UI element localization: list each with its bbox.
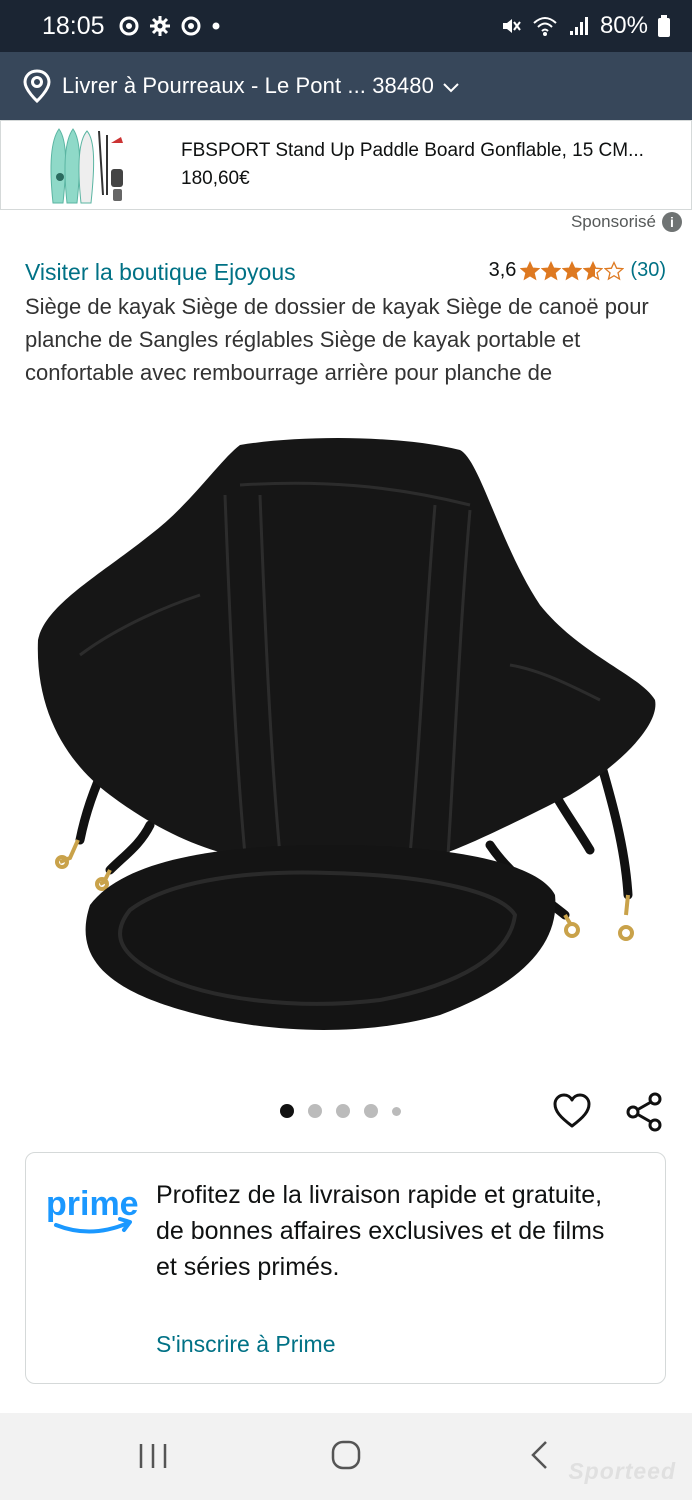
star-icon xyxy=(562,260,583,280)
carousel-dot[interactable] xyxy=(308,1104,322,1118)
visit-store-link[interactable]: Visiter la boutique Ejoyous xyxy=(25,259,296,286)
chevron-down-icon xyxy=(443,83,459,93)
back-icon[interactable] xyxy=(528,1439,552,1471)
sponsored-product-title: FBSPORT Stand Up Paddle Board Gonflable,… xyxy=(181,140,644,161)
product-image[interactable] xyxy=(0,425,692,1085)
rating-value: 3,6 xyxy=(488,259,517,281)
sponsored-label-row[interactable]: Sponsorisé i xyxy=(571,212,682,232)
star-icon xyxy=(583,260,604,280)
dot-icon xyxy=(212,22,220,30)
battery-percent: 80% xyxy=(599,12,648,39)
carousel-dot[interactable] xyxy=(392,1106,401,1116)
prime-message: Profitez de la livraison rapide et gratu… xyxy=(156,1181,605,1281)
star-icon xyxy=(520,260,541,280)
star-icon xyxy=(604,260,625,280)
sponsored-label: Sponsorisé xyxy=(570,212,656,231)
image-carousel-dots[interactable] xyxy=(280,1104,401,1118)
status-bar: 18:05 80% xyxy=(0,0,692,52)
signal-icon xyxy=(569,17,588,35)
rating-stars xyxy=(520,260,625,281)
carousel-dot[interactable] xyxy=(280,1104,294,1118)
gear-icon xyxy=(149,16,170,36)
product-rating[interactable]: 3,6 (30) xyxy=(489,259,666,282)
share-icon[interactable] xyxy=(624,1091,666,1133)
sponsored-product-card[interactable]: FBSPORT Stand Up Paddle Board Gonflable,… xyxy=(0,120,692,210)
status-system-icons: 80% xyxy=(500,12,670,40)
battery-icon xyxy=(658,15,670,37)
star-icon xyxy=(541,260,562,280)
carousel-dot[interactable] xyxy=(364,1104,378,1118)
status-time: 18:05 xyxy=(42,11,105,40)
home-icon[interactable] xyxy=(330,1439,362,1471)
delivery-location-text: Livrer à Pourreaux - Le Pont ... 38480 xyxy=(62,73,434,98)
location-pin-icon xyxy=(23,69,51,103)
chrome-icon xyxy=(119,16,139,36)
info-icon[interactable]: i xyxy=(662,212,682,232)
carousel-dot[interactable] xyxy=(336,1104,350,1118)
chrome-icon xyxy=(181,16,201,36)
prime-promo-card: prime Profitez de la livraison rapide et… xyxy=(25,1152,666,1384)
paddle-board-thumbnail xyxy=(50,128,123,204)
recent-apps-icon[interactable] xyxy=(138,1441,168,1471)
prime-signup-link[interactable]: S'inscrire à Prime xyxy=(156,1331,336,1358)
sponsored-product-price: 180,60€ xyxy=(181,168,250,189)
delivery-location-bar[interactable]: Livrer à Pourreaux - Le Pont ... 38480 xyxy=(0,52,692,120)
heart-icon[interactable] xyxy=(552,1091,592,1131)
watermark: Sporteed xyxy=(568,1458,676,1484)
rating-count[interactable]: (30) xyxy=(630,259,666,282)
system-navigation-bar xyxy=(0,1413,692,1500)
mute-icon xyxy=(502,19,521,33)
status-notification-icons xyxy=(119,15,221,37)
product-title: Siège de kayak Siège de dossier de kayak… xyxy=(25,294,649,385)
wifi-icon xyxy=(533,17,557,36)
svg-text:prime: prime xyxy=(46,1185,139,1223)
prime-logo: prime xyxy=(46,1185,139,1234)
